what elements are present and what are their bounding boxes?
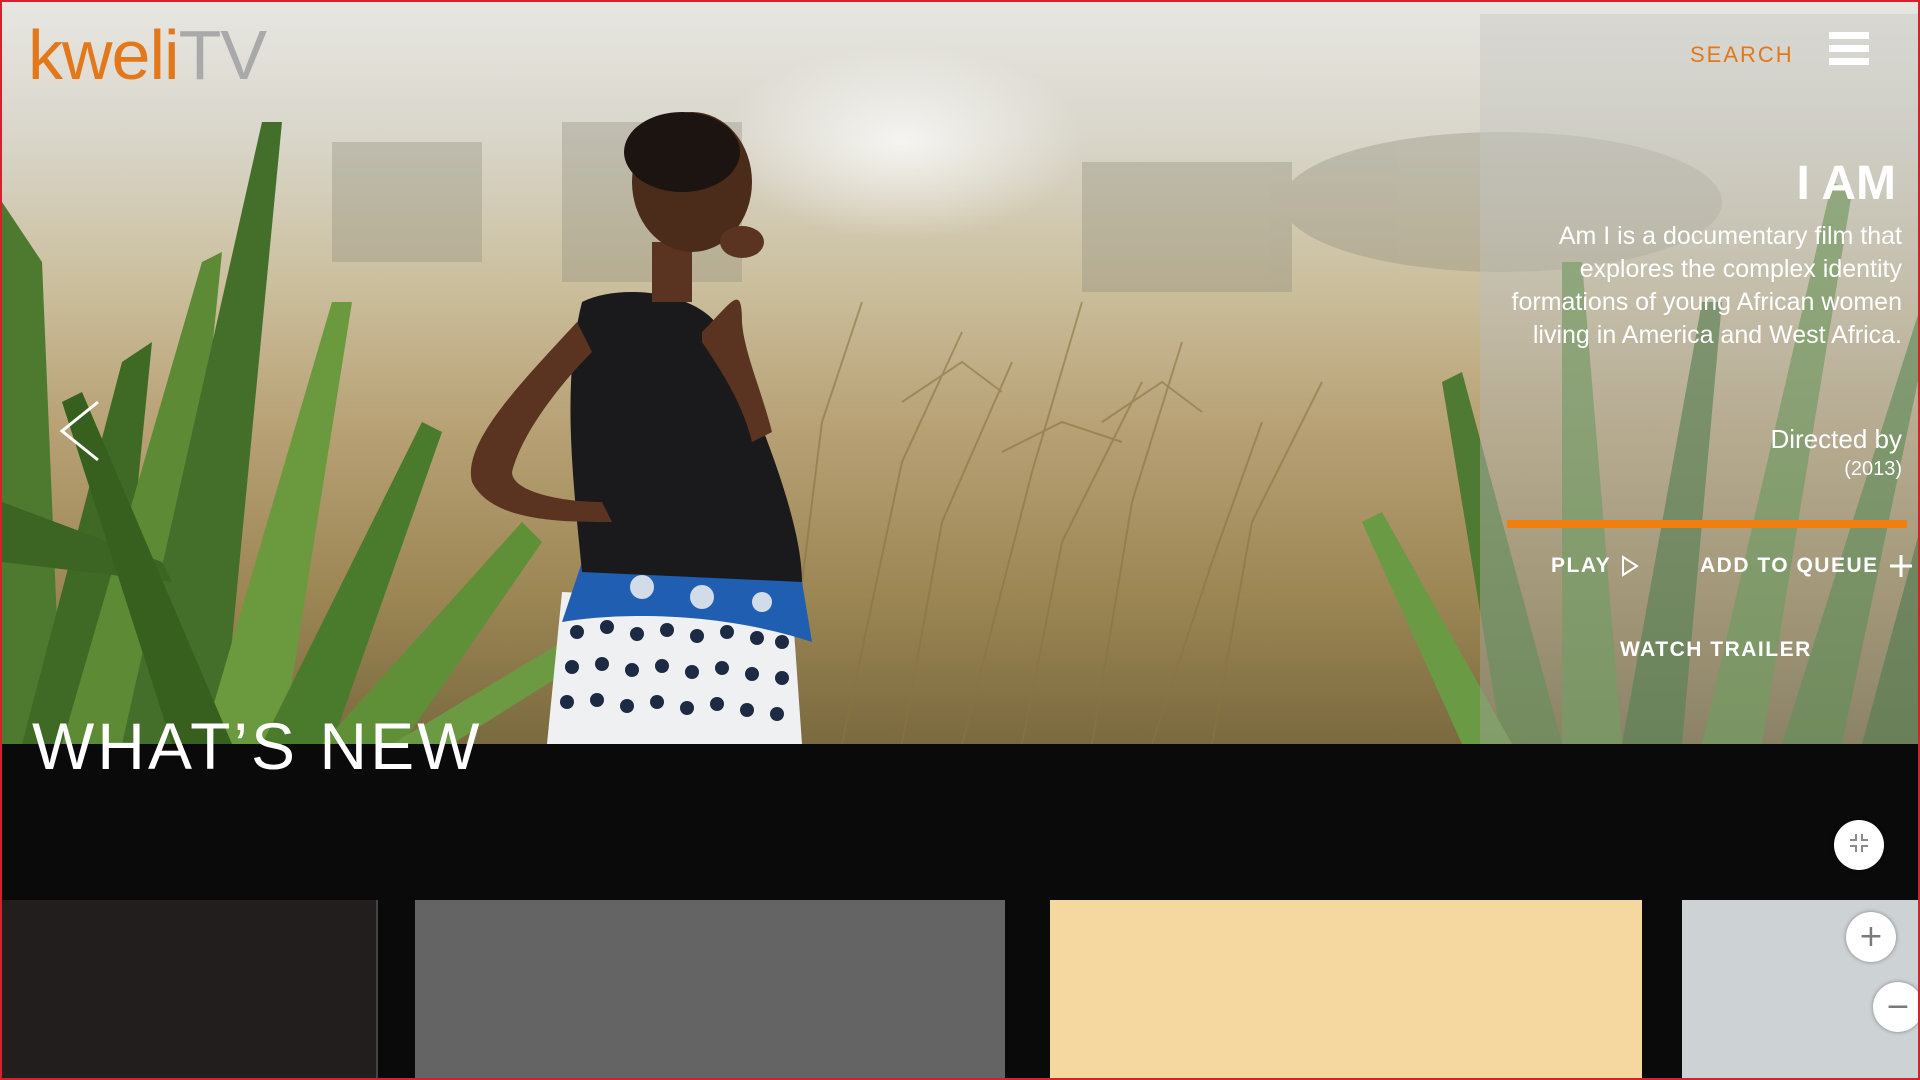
film-directed-by: Directed by bbox=[1770, 424, 1903, 454]
logo-secondary: TV bbox=[178, 16, 267, 94]
content-thumbnail[interactable] bbox=[415, 900, 1005, 1078]
film-info-panel bbox=[1480, 14, 1918, 744]
film-title: I AM bbox=[1796, 157, 1896, 210]
chevron-left-icon[interactable] bbox=[56, 398, 108, 464]
zoom-in-plus-icon: + bbox=[1858, 919, 1884, 954]
logo-primary: kweli bbox=[28, 16, 180, 94]
hamburger-menu-icon[interactable] bbox=[1829, 32, 1869, 72]
progress-fill bbox=[1507, 520, 1907, 528]
collapse-arrows-icon bbox=[1848, 832, 1870, 859]
add-to-queue-button[interactable]: ADD TO QUEUE bbox=[1700, 554, 1913, 578]
watch-trailer-button[interactable]: WATCH TRAILER bbox=[1620, 638, 1812, 662]
zoom-out-minus-icon: − bbox=[1885, 989, 1911, 1024]
zoom-out-button[interactable]: − bbox=[1873, 982, 1918, 1032]
watch-trailer-label: WATCH TRAILER bbox=[1620, 638, 1812, 661]
section-title: WHAT’S NEW bbox=[32, 709, 483, 783]
app-window: kweliTV SEARCH I AM Am I is a documentar… bbox=[0, 0, 1920, 1080]
content-thumbnail[interactable] bbox=[2, 900, 378, 1078]
add-to-queue-label: ADD TO QUEUE bbox=[1700, 554, 1879, 577]
hero-banner[interactable]: kweliTV SEARCH I AM Am I is a documentar… bbox=[2, 2, 1918, 744]
play-triangle-icon bbox=[1621, 555, 1639, 577]
plus-icon bbox=[1889, 554, 1913, 578]
progress-bar bbox=[1507, 520, 1907, 528]
film-year: (2013) bbox=[1844, 458, 1902, 480]
play-button[interactable]: PLAY bbox=[1551, 554, 1639, 578]
collapse-button[interactable] bbox=[1834, 820, 1884, 870]
play-label: PLAY bbox=[1551, 554, 1612, 577]
content-thumbnail[interactable] bbox=[1050, 900, 1642, 1078]
kwelitv-logo[interactable]: kweliTV bbox=[28, 20, 267, 90]
zoom-in-button[interactable]: + bbox=[1846, 912, 1896, 962]
search-button[interactable]: SEARCH bbox=[1690, 42, 1794, 68]
film-description: Am I is a documentary film that explores… bbox=[1511, 222, 1902, 349]
